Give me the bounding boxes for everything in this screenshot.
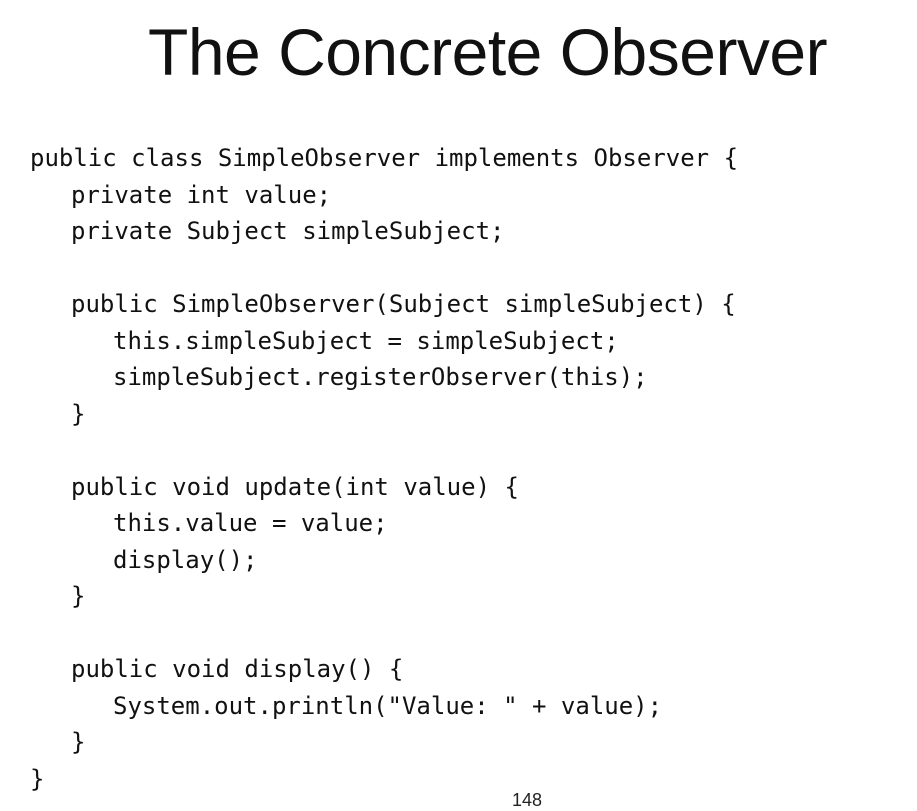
code-line: this.simpleSubject = simpleSubject; [113,326,619,355]
code-line: } [30,764,45,793]
code-block: public class SimpleObserver implements O… [30,140,738,797]
code-line: private int value; [71,180,332,209]
slide: The Concrete Observer public class Simpl… [0,0,917,810]
code-line: this.value = value; [113,509,388,537]
code-line: } [71,399,86,428]
code-line: public void display() { [71,655,404,683]
code-line: System.out.println("Value: " + value); [113,691,663,720]
code-line: private Subject simpleSubject; [71,217,505,245]
code-line: public void update(int value) { [71,472,519,501]
code-line: } [71,582,86,610]
code-line: simpleSubject.registerObserver(this); [113,363,648,391]
slide-title: The Concrete Observer [148,15,828,89]
code-line: } [71,728,86,756]
page-number: 148 [512,790,543,810]
code-line: public class SimpleObserver implements O… [30,144,739,172]
code-line: public SimpleObserver(Subject simpleSubj… [71,290,736,318]
code-line: display(); [113,545,258,574]
